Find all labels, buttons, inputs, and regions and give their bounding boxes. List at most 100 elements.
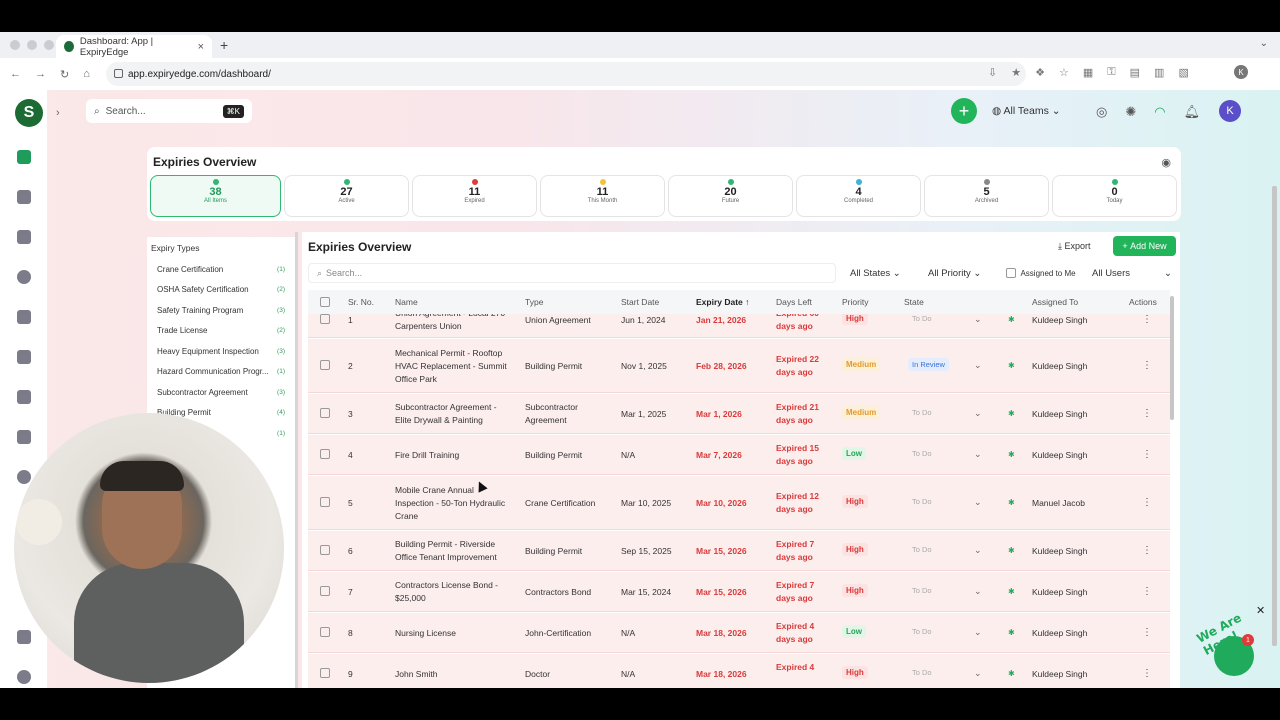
row-checkbox[interactable]: [320, 545, 330, 555]
teams-dropdown[interactable]: ◍ All Teams ⌄: [992, 105, 1061, 117]
row-name[interactable]: Nursing License: [395, 620, 515, 646]
ai-icon[interactable]: ✺: [1125, 104, 1136, 120]
extension-icon[interactable]: ▦: [1083, 66, 1093, 79]
select-all-checkbox[interactable]: [320, 297, 330, 307]
row-name[interactable]: Fire Drill Training: [395, 442, 515, 468]
col-start[interactable]: Start Date: [621, 297, 659, 307]
assigned-to-me-toggle[interactable]: Assigned to Me: [1006, 263, 1076, 283]
row-name[interactable]: Contractors License Bond - $25,000: [395, 579, 515, 605]
table-row[interactable]: 1 Union Agreement - Local 270 Carpenters …: [308, 314, 1170, 338]
row-checkbox[interactable]: [320, 360, 330, 370]
row-checkbox[interactable]: [320, 449, 330, 459]
row-actions-menu-icon[interactable]: ⋮: [1142, 627, 1152, 638]
export-button[interactable]: ⤓ Export: [1052, 236, 1097, 256]
row-name[interactable]: Mobile Crane Annual Inspection - 50-Ton …: [395, 485, 515, 521]
extension-icon[interactable]: ▥: [1154, 66, 1164, 79]
site-info-icon[interactable]: [114, 69, 123, 78]
row-actions-menu-icon[interactable]: ⋮: [1142, 360, 1152, 371]
user-icon[interactable]: [17, 270, 31, 284]
new-tab-icon[interactable]: +: [220, 37, 228, 53]
settings-gear-icon[interactable]: [17, 670, 31, 684]
row-actions-menu-icon[interactable]: ⋮: [1142, 497, 1152, 508]
chat-close-icon[interactable]: ✕: [1256, 604, 1265, 617]
table-scrollbar[interactable]: [1170, 296, 1174, 420]
puzzle-icon[interactable]: ❖: [1035, 66, 1045, 79]
contacts-icon[interactable]: [17, 310, 31, 324]
row-checkbox[interactable]: [320, 497, 330, 507]
row-checkbox[interactable]: [320, 408, 330, 418]
row-actions-menu-icon[interactable]: ⋮: [1142, 408, 1152, 419]
globe-icon[interactable]: ◎: [1096, 104, 1107, 120]
support-headset-icon[interactable]: ◠: [1154, 104, 1165, 120]
window-controls[interactable]: [10, 40, 54, 50]
extension-icon[interactable]: ▧: [1178, 66, 1188, 79]
row-checkbox[interactable]: [320, 668, 330, 678]
expiry-type-item[interactable]: OSHA Safety Certification (2): [147, 280, 295, 301]
row-name[interactable]: John Smith: [395, 661, 515, 687]
expiry-type-item[interactable]: Crane Certification (1): [147, 259, 295, 280]
address-bar[interactable]: app.expiryedge.com/dashboard/: [106, 62, 1026, 86]
table-row[interactable]: 3 Subcontractor Agreement - Elite Drywall…: [308, 394, 1170, 434]
summary-card[interactable]: 11 Expired: [412, 175, 537, 217]
collapse-chevron-icon[interactable]: ›: [56, 107, 60, 119]
tab-menu-icon[interactable]: ⌄: [1260, 38, 1268, 49]
row-actions-menu-icon[interactable]: ⋮: [1142, 586, 1152, 597]
col-days[interactable]: Days Left: [776, 297, 812, 307]
calendar-icon[interactable]: [17, 390, 31, 404]
document-icon[interactable]: [17, 430, 31, 444]
expiry-type-item[interactable]: Trade License (2): [147, 321, 295, 342]
install-icon[interactable]: ⇩: [988, 66, 997, 79]
col-assigned[interactable]: Assigned To: [1032, 297, 1078, 307]
row-checkbox[interactable]: [320, 586, 330, 596]
state-dropdown-chevron-icon[interactable]: ⌄: [974, 545, 982, 556]
row-name[interactable]: Union Agreement - Local 270 Carpenters U…: [395, 314, 515, 333]
summary-card[interactable]: 11 This Month: [540, 175, 665, 217]
table-row[interactable]: 4 Fire Drill Training Building Permit N/A Ma…: [308, 435, 1170, 475]
hide-eye-icon[interactable]: ◉: [1161, 156, 1171, 169]
state-dropdown-chevron-icon[interactable]: ⌄: [974, 497, 982, 508]
folder-icon[interactable]: [17, 190, 31, 204]
bell-icon[interactable]: 🔔︎: [1184, 104, 1201, 120]
row-name[interactable]: Mechanical Permit - Rooftop HVAC Replace…: [395, 348, 515, 384]
summary-card[interactable]: 0 Today: [1052, 175, 1177, 217]
expiry-type-item[interactable]: Safety Training Program (3): [147, 300, 295, 321]
states-filter[interactable]: All States ⌄: [850, 263, 901, 283]
summary-card[interactable]: 38 All Items: [150, 175, 281, 217]
forward-icon[interactable]: →: [35, 68, 46, 81]
page-scrollbar[interactable]: [1272, 186, 1277, 646]
summary-card[interactable]: 27 Active: [284, 175, 409, 217]
expiry-type-item[interactable]: Heavy Equipment Inspection (3): [147, 341, 295, 362]
profile-avatar[interactable]: K: [1234, 65, 1248, 79]
expiry-type-item[interactable]: Subcontractor Agreement (3): [147, 382, 295, 403]
users-filter[interactable]: All Users ⌄: [1092, 263, 1172, 283]
state-dropdown-chevron-icon[interactable]: ⌄: [974, 360, 982, 371]
reload-icon[interactable]: ↻: [60, 68, 69, 81]
extension-icon[interactable]: ☆: [1059, 66, 1069, 79]
table-search-input[interactable]: ⌕ Search...: [308, 263, 836, 283]
state-dropdown-chevron-icon[interactable]: ⌄: [974, 314, 982, 325]
col-state[interactable]: State: [904, 297, 924, 307]
row-checkbox[interactable]: [320, 314, 330, 324]
layers-icon[interactable]: [17, 350, 31, 364]
extension-icon[interactable]: ▤: [1130, 66, 1140, 79]
col-expiry[interactable]: Expiry Date ↑: [696, 297, 749, 307]
browser-tab[interactable]: Dashboard: App | ExpiryEdge ×: [56, 35, 212, 58]
state-dropdown-chevron-icon[interactable]: ⌄: [974, 408, 982, 419]
back-icon[interactable]: ←: [10, 68, 21, 81]
col-priority[interactable]: Priority: [842, 297, 868, 307]
summary-card[interactable]: 5 Archived: [924, 175, 1049, 217]
summary-card[interactable]: 4 Completed: [796, 175, 921, 217]
clipboard-icon[interactable]: [17, 630, 31, 644]
home-icon[interactable]: ⌂: [83, 68, 90, 81]
add-new-button[interactable]: + Add New: [1113, 236, 1176, 256]
bookmark-star-icon[interactable]: ★: [1011, 66, 1021, 79]
user-avatar[interactable]: K: [1219, 100, 1241, 122]
col-name[interactable]: Name: [395, 297, 418, 307]
row-actions-menu-icon[interactable]: ⋮: [1142, 545, 1152, 556]
home-icon[interactable]: [17, 150, 31, 164]
state-dropdown-chevron-icon[interactable]: ⌄: [974, 627, 982, 638]
app-logo[interactable]: S: [15, 99, 43, 127]
assigned-checkbox[interactable]: [1006, 268, 1016, 278]
table-row[interactable]: 8 Nursing License John-Certification N/A Mar…: [308, 613, 1170, 653]
row-checkbox[interactable]: [320, 627, 330, 637]
